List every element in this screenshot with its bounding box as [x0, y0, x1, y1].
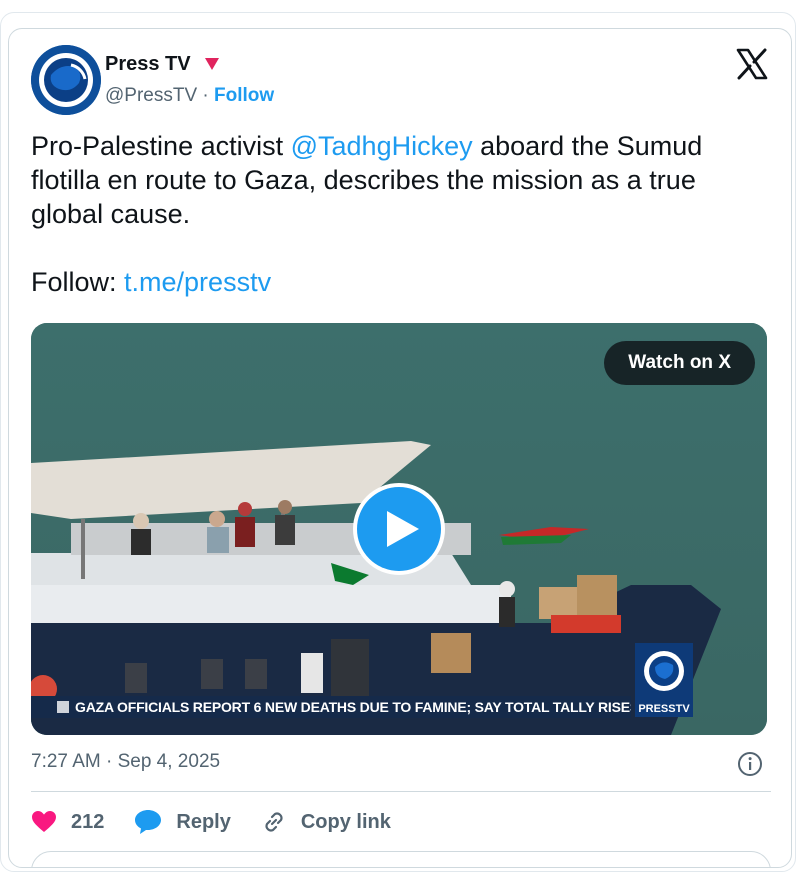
channel-logo-text: PRESSTV	[638, 703, 690, 715]
reply-label: Reply	[176, 810, 231, 833]
follow-prefix: Follow:	[31, 267, 125, 297]
footer-divider	[31, 791, 771, 792]
channel-logo: PRESSTV	[635, 643, 693, 717]
reply-button[interactable]: Reply	[134, 809, 231, 835]
ticker-text: GAZA OFFICIALS REPORT 6 NEW DEATHS DUE T…	[75, 699, 631, 715]
telegram-link[interactable]: t.me/presstv	[124, 267, 271, 297]
info-icon[interactable]	[737, 751, 763, 777]
news-ticker: GAZA OFFICIALS REPORT 6 NEW DEATHS DUE T…	[31, 696, 631, 718]
author-avatar[interactable]	[31, 45, 101, 115]
like-count: 212	[71, 810, 105, 833]
read-replies-button[interactable]	[31, 851, 771, 867]
tweet-text: Pro-Palestine activist @TadhgHickey aboa…	[31, 129, 771, 299]
heart-icon	[32, 811, 56, 832]
copy-link-label: Copy link	[300, 810, 391, 833]
copy-link-button[interactable]: Copy link	[261, 809, 391, 835]
ticker-square-icon	[57, 701, 69, 713]
link-icon	[265, 812, 283, 832]
tweet-text-prefix: Pro-Palestine activist	[31, 131, 291, 161]
handle-separator: ·	[202, 85, 209, 106]
presstv-globe-icon	[31, 45, 101, 115]
reply-bubble-icon	[135, 810, 162, 834]
mention-link[interactable]: @TadhgHickey	[291, 131, 473, 161]
author-handle[interactable]: @PressTV	[105, 85, 197, 106]
action-bar: 212 Reply Copy link	[31, 807, 421, 837]
like-button[interactable]: 212	[31, 810, 104, 834]
tweet-card: Press TV @PressTV · Follow Pro-Palestine…	[8, 28, 792, 868]
verified-badge-icon	[205, 58, 219, 70]
play-button[interactable]	[353, 483, 445, 575]
author-name[interactable]: Press TV	[105, 53, 191, 76]
tweet-timestamp[interactable]: 7:27 AM · Sep 4, 2025	[31, 751, 220, 773]
watch-on-x-button[interactable]: Watch on X	[604, 341, 755, 385]
video-player[interactable]: Watch on X GAZA OFFICIALS REPORT 6 NEW D…	[31, 323, 767, 735]
follow-button[interactable]: Follow	[214, 85, 274, 106]
x-logo-icon[interactable]	[735, 47, 769, 81]
author-handle-row: @PressTV · Follow	[105, 85, 274, 107]
presstv-logo-icon	[644, 651, 684, 691]
play-icon	[387, 511, 419, 547]
